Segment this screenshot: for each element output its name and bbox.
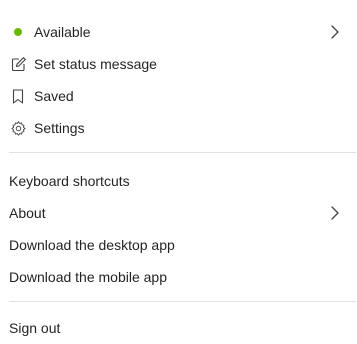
profile-menu: Available Set status message Saved Setti… bbox=[0, 0, 357, 336]
settings-label: Settings bbox=[34, 120, 85, 136]
keyboard-shortcuts-label: Keyboard shortcuts bbox=[9, 173, 130, 189]
gear-icon bbox=[9, 119, 27, 137]
keyboard-shortcuts-item[interactable]: Keyboard shortcuts bbox=[0, 165, 357, 197]
status-label: Available bbox=[34, 24, 91, 40]
about-item[interactable]: About bbox=[0, 197, 357, 229]
bookmark-icon bbox=[9, 87, 27, 105]
saved-label: Saved bbox=[34, 88, 74, 104]
divider bbox=[9, 152, 356, 153]
edit-note-icon bbox=[9, 55, 27, 73]
presence-dot-icon bbox=[9, 23, 27, 41]
sign-out-label: Sign out bbox=[9, 320, 61, 336]
download-desktop-app-label: Download the desktop app bbox=[9, 237, 175, 253]
settings-item[interactable]: Settings bbox=[0, 112, 357, 144]
divider bbox=[9, 301, 356, 302]
set-status-message-label: Set status message bbox=[34, 56, 157, 72]
chevron-right-icon bbox=[331, 25, 339, 39]
download-desktop-app-item[interactable]: Download the desktop app bbox=[0, 229, 357, 261]
chevron-right-icon bbox=[331, 206, 339, 220]
saved-item[interactable]: Saved bbox=[0, 80, 357, 112]
set-status-message-item[interactable]: Set status message bbox=[0, 48, 357, 80]
sign-out-item[interactable]: Sign out bbox=[0, 312, 357, 344]
download-mobile-app-label: Download the mobile app bbox=[9, 269, 167, 285]
status-item-available[interactable]: Available bbox=[0, 16, 357, 48]
about-label: About bbox=[9, 205, 46, 221]
download-mobile-app-item[interactable]: Download the mobile app bbox=[0, 261, 357, 293]
